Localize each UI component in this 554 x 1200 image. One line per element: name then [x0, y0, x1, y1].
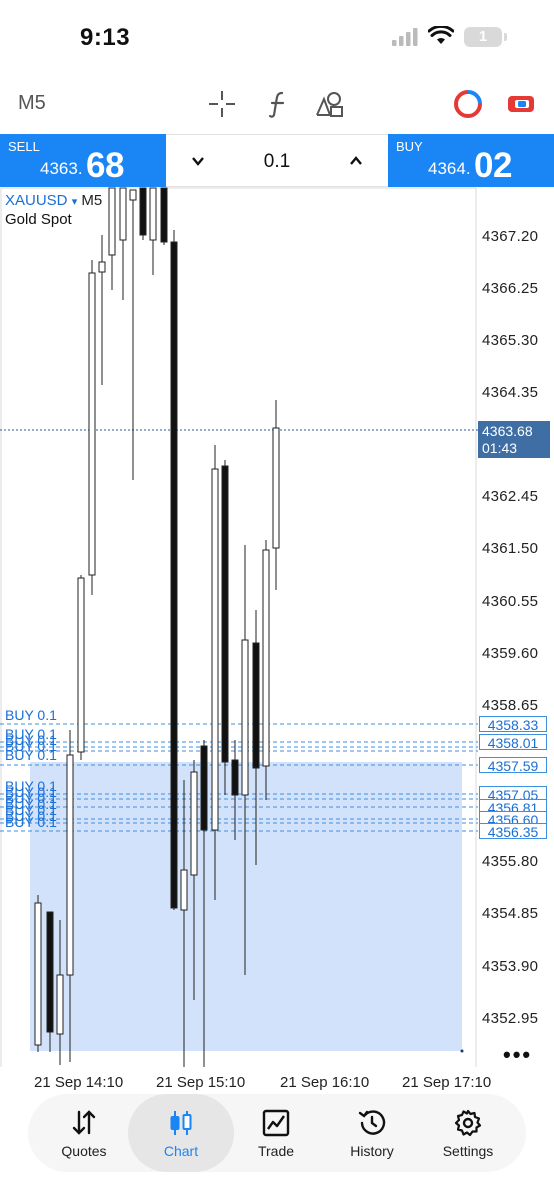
candle-bull [190, 771, 198, 876]
price-tick-label: 4360.55 [482, 593, 539, 610]
symbol-selector[interactable]: XAUUSD ▾ M5 [5, 192, 102, 209]
time-axis-label: 21 Sep 16:10 [280, 1074, 370, 1091]
candle-bull [98, 261, 106, 273]
tab-quotes[interactable]: Quotes [36, 1094, 132, 1172]
candle-bull [241, 639, 249, 796]
price-tick-label: 4367.20 [482, 228, 539, 245]
quotes-icon [72, 1110, 96, 1135]
battery-level: 1 [478, 28, 488, 45]
timeframe-selector[interactable]: M5 [18, 92, 46, 115]
price-tick-label: 4359.60 [482, 645, 539, 662]
price-tick-label: 4364.35 [482, 384, 539, 401]
symbol-arrow: ▾ [71, 196, 78, 208]
increase-lot-icon[interactable] [348, 153, 364, 169]
price-tick-label: 4361.50 [482, 540, 539, 557]
price-tick-label: 4352.95 [482, 1010, 539, 1027]
bottom-tab-bar: Quotes Chart Trade History Settings [28, 1094, 526, 1172]
candle-bear [252, 642, 260, 769]
flame-icon[interactable] [452, 88, 484, 120]
candle-bull [34, 902, 42, 1046]
chart-icon [170, 1111, 192, 1135]
tab-trade[interactable]: Trade [228, 1094, 324, 1172]
tab-settings-label: Settings [442, 1143, 494, 1159]
time-axis-label: 21 Sep 17:10 [402, 1074, 492, 1091]
status-bar: 9:13 1 [0, 0, 554, 75]
more-options-button[interactable]: ••• [503, 1042, 532, 1068]
candle-bear [200, 745, 208, 831]
battery-icon: 1 [464, 27, 502, 47]
candle-bull [56, 974, 64, 1035]
time-axis-label: 21 Sep 14:10 [34, 1074, 124, 1091]
trade-toggle-icon[interactable] [505, 88, 537, 120]
buy-price-prefix: 4364. [428, 159, 471, 178]
candle-bull [211, 468, 219, 831]
position-zone [30, 762, 462, 1051]
price-tick-label: 4353.90 [482, 958, 539, 975]
history-icon [358, 1110, 386, 1135]
lot-size-control: 0.1 [166, 134, 388, 187]
sell-price-prefix: 4363. [40, 159, 83, 178]
order-label[interactable]: BUY 0.1 [5, 707, 57, 723]
buy-price-big: 02 [474, 146, 512, 185]
candle-bear [46, 911, 54, 1033]
crosshair-icon[interactable] [206, 88, 238, 120]
order-price-box[interactable]: 4358.33 [479, 716, 547, 733]
sell-label: SELL [8, 139, 40, 154]
candle-bull [66, 754, 74, 976]
tab-quotes-label: Quotes [61, 1143, 107, 1159]
buy-label: BUY [396, 139, 423, 154]
price-chart[interactable] [0, 187, 554, 1067]
order-label[interactable]: BUY 0.1 [5, 747, 57, 763]
candle-bear [139, 187, 147, 236]
candle-bull [272, 427, 280, 549]
tab-settings[interactable]: Settings [420, 1094, 516, 1172]
trade-icon [262, 1109, 290, 1137]
candle-bull [88, 272, 96, 576]
battery-tip [504, 33, 507, 41]
price-tick-label: 4362.45 [482, 488, 539, 505]
candle-bear [170, 241, 178, 909]
tab-chart-label: Chart [163, 1143, 199, 1159]
candle-bull [119, 187, 127, 241]
signal-icon [392, 28, 418, 46]
price-tick-label: 4355.80 [482, 853, 539, 870]
order-price-box[interactable]: 4356.35 [479, 823, 547, 840]
candle-bear [160, 187, 168, 243]
price-tick-label: 4366.25 [482, 280, 539, 297]
buy-button[interactable]: BUY 4364. 02 [388, 134, 554, 187]
chart-end-marker [460, 1049, 464, 1053]
candle-bull [149, 187, 157, 241]
price-tick-label: 4358.65 [482, 697, 539, 714]
time-axis-label: 21 Sep 15:10 [156, 1074, 246, 1091]
symbol-timeframe: M5 [81, 192, 103, 209]
sell-button[interactable]: SELL 4363. 68 [0, 134, 166, 187]
bar-countdown: 01:43 [482, 440, 518, 456]
status-time: 9:13 [80, 24, 131, 51]
candle-bear [221, 465, 229, 763]
settings-icon [454, 1109, 482, 1137]
candle-bull [262, 549, 270, 767]
price-tick-label: 4354.85 [482, 905, 539, 922]
tab-chart[interactable]: Chart [128, 1094, 234, 1172]
candle-bear [231, 759, 239, 796]
current-price: 4363.68 [482, 423, 533, 439]
candle-bull [77, 577, 85, 753]
sell-price-big: 68 [86, 146, 124, 185]
symbol-name: XAUUSD [5, 192, 68, 209]
indicators-icon[interactable] [262, 88, 294, 120]
tab-trade-label: Trade [257, 1143, 295, 1159]
order-price-box[interactable]: 4358.01 [479, 734, 547, 751]
price-tick-label: 4365.30 [482, 332, 539, 349]
candle-bull [108, 187, 116, 256]
tab-history-label: History [350, 1143, 394, 1159]
order-price-box[interactable]: 4357.59 [479, 757, 547, 774]
candle-bull [180, 869, 188, 911]
candle-bull [129, 189, 137, 201]
order-label[interactable]: BUY 0.1 [5, 814, 57, 830]
symbol-description: Gold Spot [5, 211, 72, 228]
current-price-badge: 4363.68 01:43 [478, 421, 550, 458]
objects-icon[interactable] [314, 88, 346, 120]
wifi-icon [428, 26, 454, 44]
tab-history[interactable]: History [324, 1094, 420, 1172]
